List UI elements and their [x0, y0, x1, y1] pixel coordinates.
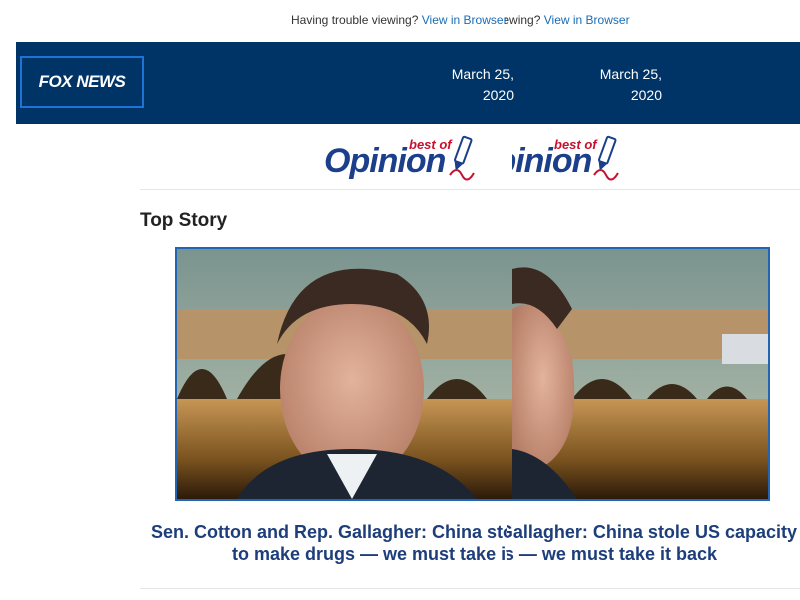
top-story-image[interactable]	[175, 247, 770, 501]
hero-photo	[177, 249, 768, 499]
preheader-text: Having trouble viewing?	[291, 13, 419, 27]
pencil-icon	[449, 135, 475, 181]
headline-line-2-copy: to make drugs — we must take it back	[507, 544, 717, 564]
best-of-kicker: best of	[409, 137, 452, 152]
panel-right	[512, 249, 768, 499]
pencil-icon	[593, 135, 619, 181]
date-line-2: 2020	[630, 87, 662, 103]
section-title: Top Story	[140, 210, 228, 231]
headline-line-1-copy: Sen. Cotton and Rep. Gallagher: China st…	[507, 522, 797, 542]
fox-news-logo[interactable]: FOX NEWS	[20, 56, 144, 108]
date-line-2: 2020	[482, 87, 514, 103]
preheader-copy-2: Having trouble viewing? View in Browser	[505, 13, 665, 27]
divider	[140, 189, 800, 190]
view-in-browser-link[interactable]: View in Browser	[544, 13, 630, 27]
date-copy-1: March 25, 2020	[448, 64, 514, 106]
logo-text: FOX NEWS	[38, 72, 126, 91]
panel-left	[177, 249, 512, 499]
preheader-text: Having trouble viewing?	[505, 13, 541, 27]
date-line-1: March 25,	[451, 66, 514, 82]
header-bar: FOX NEWS March 25, 2020 March 25, 2020	[16, 42, 800, 124]
divider	[140, 588, 800, 589]
opinion-banner-copy[interactable]: Opinion best of	[512, 133, 622, 185]
preheader-copy-1: Having trouble viewing? View in Browser	[291, 13, 513, 27]
date-line-1: March 25,	[599, 66, 662, 82]
best-of-kicker: best of	[554, 137, 597, 152]
headline-line-2: to make drugs — we must take it back	[232, 544, 507, 564]
opinion-banner[interactable]: Opinion best of	[324, 133, 478, 185]
top-story-headline[interactable]: Sen. Cotton and Rep. Gallagher: China st…	[140, 520, 800, 566]
date-copy-2: March 25, 2020	[588, 64, 662, 106]
preheader: Having trouble viewing? View in Browser …	[0, 12, 800, 30]
view-in-browser-link[interactable]: View in Browser	[422, 13, 508, 27]
headline-line-1: Sen. Cotton and Rep. Gallagher: China st…	[151, 522, 507, 542]
